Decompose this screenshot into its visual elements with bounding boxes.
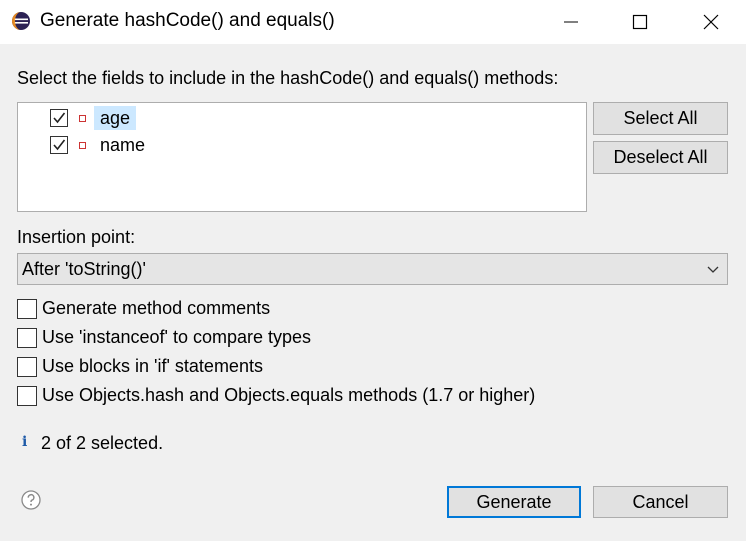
field-private-icon [79,115,86,122]
field-row-name[interactable]: name [18,133,586,157]
select-all-button[interactable]: Select All [593,102,728,135]
chevron-down-icon [707,266,719,273]
field-label-age[interactable]: age [94,106,137,130]
field-row-age[interactable]: age [18,106,586,130]
close-button[interactable] [688,0,734,44]
option-label: Use blocks in 'if' statements [42,356,263,376]
fields-list[interactable]: age name [17,102,587,212]
field-checkbox-age[interactable] [50,109,68,127]
insertion-point-label: Insertion point: [17,227,136,247]
eclipse-icon [12,12,30,30]
option-label: Use 'instanceof' to compare types [42,327,312,347]
generate-button[interactable]: Generate [447,486,581,518]
maximize-button[interactable] [617,0,663,44]
field-checkbox-name[interactable] [50,136,68,154]
maximize-icon [632,14,648,30]
insertion-point-select[interactable]: After 'toString()' [17,253,728,285]
option-checkbox[interactable] [17,328,37,348]
close-icon [703,14,719,30]
minimize-button[interactable] [548,0,594,44]
title-bar: Generate hashCode() and equals() [0,0,746,44]
option-checkbox[interactable] [17,357,37,377]
field-label-name[interactable]: name [94,133,151,157]
selection-status: 2 of 2 selected. [41,433,164,453]
option-checkbox[interactable] [17,386,37,406]
fields-prompt: Select the fields to include in the hash… [17,68,559,88]
option-label: Use Objects.hash and Objects.equals meth… [42,385,536,405]
option-checkbox[interactable] [17,299,37,319]
checkmark-icon [53,139,66,151]
window-title: Generate hashCode() and equals() [40,10,335,31]
field-private-icon [79,142,86,149]
minimize-icon [564,21,578,23]
deselect-all-button[interactable]: Deselect All [593,141,728,174]
insertion-point-value: After 'toString()' [22,259,146,279]
info-icon: i [22,434,28,450]
cancel-button[interactable]: Cancel [593,486,728,518]
help-icon[interactable] [21,490,41,510]
checkmark-icon [53,112,66,124]
option-label: Generate method comments [42,298,271,318]
